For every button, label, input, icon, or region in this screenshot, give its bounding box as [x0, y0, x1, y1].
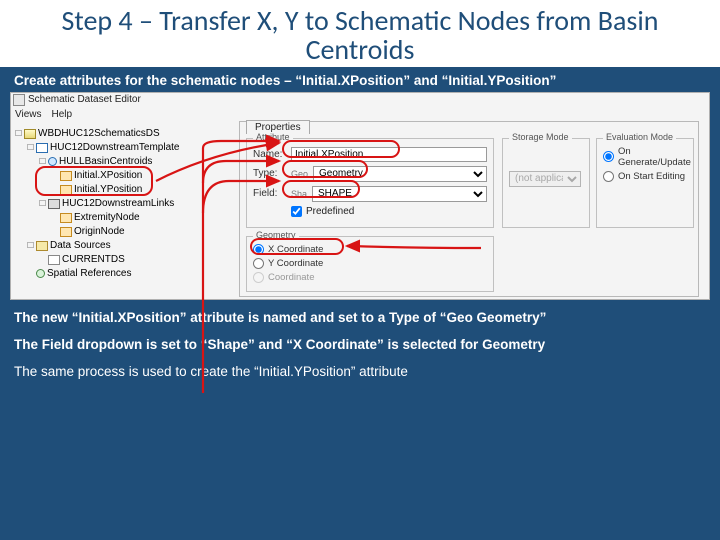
editor-titlebar: Schematic Dataset Editor [13, 94, 141, 106]
tree-spatial-ref[interactable]: Spatial References [13, 267, 203, 281]
menubar: Views Help [15, 109, 72, 120]
template-icon [36, 143, 48, 153]
folder-icon [36, 241, 48, 251]
storage-group-label: Storage Mode [509, 132, 572, 142]
attribute-icon [60, 213, 72, 223]
geom-x[interactable]: X Coordinate [253, 244, 487, 255]
tree-link-ext[interactable]: ExtremityNode [13, 211, 203, 225]
tree-attr-y[interactable]: Initial.YPosition [13, 183, 203, 197]
slide-heading: Step 4 – Transfer X, Y to Schematic Node… [0, 0, 720, 67]
attribute-icon [60, 185, 72, 195]
type-prefix-badge: Geo [291, 169, 308, 179]
tree-ds-item[interactable]: CURRENTDS [13, 253, 203, 267]
storage-group: Storage Mode (not applicable) [502, 138, 590, 228]
app-icon [13, 94, 25, 106]
editor-panel: Schematic Dataset Editor Views Help □WBD… [10, 92, 710, 300]
attribute-icon [60, 227, 72, 237]
body-line-1: The new “Initial.XPosition” attribute is… [14, 304, 706, 331]
field-label: Field: [253, 188, 287, 199]
spatialref-icon [36, 269, 45, 278]
geometry-group-label: Geometry [253, 230, 299, 240]
eval-on-start[interactable]: On Start Editing [603, 171, 687, 182]
attribute-icon [60, 171, 72, 181]
predefined-checkbox[interactable] [291, 206, 302, 217]
menu-help[interactable]: Help [52, 109, 73, 120]
name-input[interactable] [291, 147, 487, 162]
database-icon [24, 129, 36, 139]
body-text-block: The new “Initial.XPosition” attribute is… [0, 300, 720, 385]
menu-views[interactable]: Views [15, 109, 42, 120]
tree-link-org[interactable]: OriginNode [13, 225, 203, 239]
type-label: Type: [253, 168, 287, 179]
tree-root[interactable]: □WBDHUC12SchematicsDS [13, 127, 203, 141]
treeview[interactable]: □WBDHUC12SchematicsDS □HUC12DownstreamTe… [13, 127, 203, 281]
geom-y[interactable]: Y Coordinate [253, 258, 487, 269]
geometry-group: Geometry X Coordinate Y Coordinate Coord… [246, 236, 494, 292]
link-class-icon [48, 199, 60, 209]
geom-coord[interactable]: Coordinate [253, 272, 487, 283]
evaluation-group: Evaluation Mode On Generate/Update On St… [596, 138, 694, 228]
tree-template[interactable]: □HUC12DownstreamTemplate [13, 141, 203, 155]
tree-attr-x[interactable]: Initial.XPosition [13, 169, 203, 183]
body-line-3: The same process is used to create the “… [14, 358, 706, 385]
eval-on-generate[interactable]: On Generate/Update [603, 146, 687, 168]
properties-panel: Properties Attribute Name: Type: Geo Geo… [239, 121, 699, 297]
predefined-label: Predefined [306, 206, 354, 217]
node-class-icon [48, 157, 57, 166]
name-label: Name: [253, 149, 287, 160]
editor-title: Schematic Dataset Editor [28, 94, 141, 105]
evaluation-group-label: Evaluation Mode [603, 132, 676, 142]
tree-link-class[interactable]: □HUC12DownstreamLinks [13, 197, 203, 211]
type-combo[interactable]: Geometry [313, 166, 487, 182]
attribute-group-label: Attribute [253, 132, 293, 142]
tree-data-sources[interactable]: □Data Sources [13, 239, 203, 253]
field-prefix-badge: Sha [291, 189, 307, 199]
storage-combo: (not applicable) [509, 171, 581, 187]
attribute-group: Attribute Name: Type: Geo Geometry Field… [246, 138, 494, 228]
caption-top: Create attributes for the schematic node… [0, 67, 720, 92]
tree-node-class[interactable]: □HULLBasinCentroids [13, 155, 203, 169]
datasource-icon [48, 255, 60, 265]
body-line-2: The Field dropdown is set to “Shape” and… [14, 331, 706, 358]
field-combo[interactable]: SHAPE [312, 186, 487, 202]
